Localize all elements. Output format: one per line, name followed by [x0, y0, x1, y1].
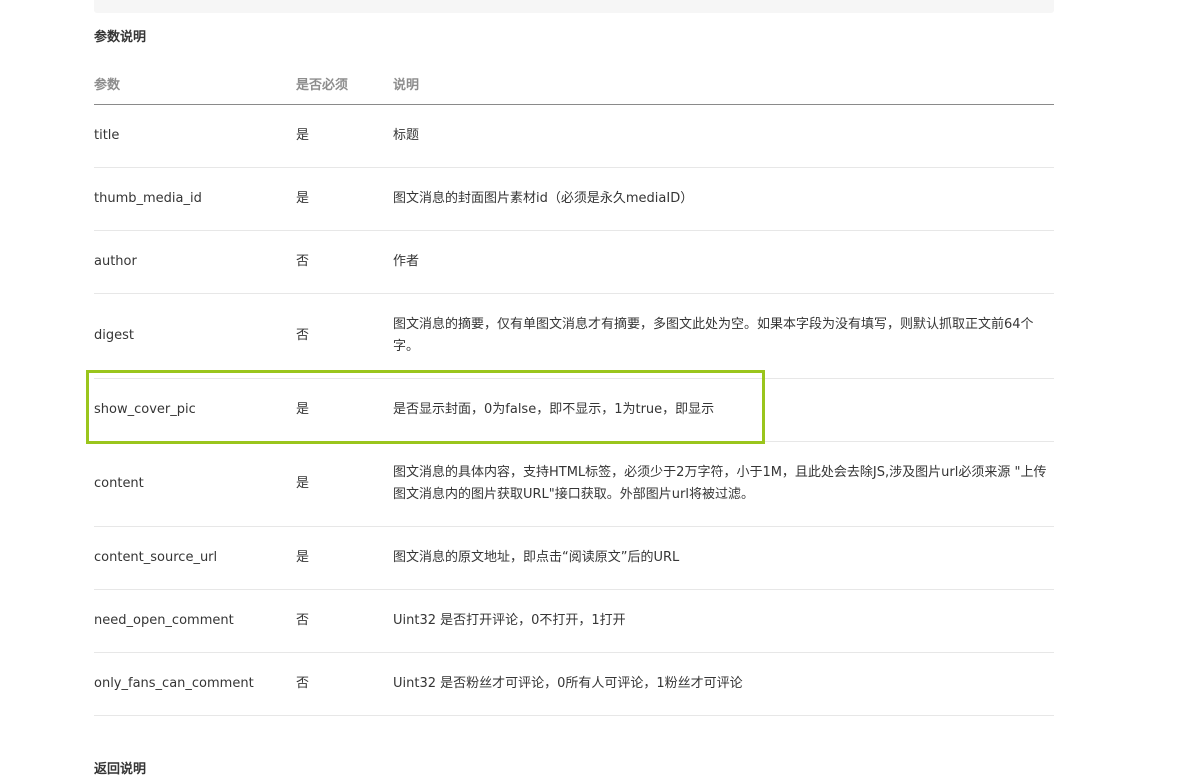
param-name: author: [94, 230, 296, 294]
table-row: thumb_media_id 是 图文消息的封面图片素材id（必须是永久medi…: [94, 167, 1054, 231]
section-title-return: 返回说明: [94, 762, 147, 777]
param-required: 否: [296, 230, 393, 294]
param-required: 否: [296, 589, 393, 653]
table-row: content_source_url 是 图文消息的原文地址，即点击“阅读原文”…: [94, 526, 1054, 590]
param-name: content_source_url: [94, 526, 296, 590]
param-required: 否: [296, 293, 393, 379]
table-row: need_open_comment 否 Uint32 是否打开评论，0不打开，1…: [94, 589, 1054, 653]
param-description: 图文消息的原文地址，即点击“阅读原文”后的URL: [393, 526, 1054, 590]
param-required: 否: [296, 652, 393, 716]
table-row-highlighted: show_cover_pic 是 是否显示封面，0为false，即不显示，1为t…: [94, 378, 1054, 442]
param-description: 标题: [393, 104, 1054, 168]
param-description: 图文消息的封面图片素材id（必须是永久mediaID）: [393, 167, 1054, 231]
param-required: 是: [296, 378, 393, 442]
section-title-params: 参数说明: [94, 30, 147, 45]
table-row: only_fans_can_comment 否 Uint32 是否粉丝才可评论，…: [94, 652, 1054, 716]
param-description: 图文消息的具体内容，支持HTML标签，必须少于2万字符，小于1M，且此处会去除J…: [393, 441, 1054, 527]
header-required: 是否必须: [296, 62, 393, 105]
param-description: Uint32 是否打开评论，0不打开，1打开: [393, 589, 1054, 653]
param-description: Uint32 是否粉丝才可评论，0所有人可评论，1粉丝才可评论: [393, 652, 1054, 716]
param-name: only_fans_can_comment: [94, 652, 296, 716]
param-name: content: [94, 441, 296, 527]
param-name: thumb_media_id: [94, 167, 296, 231]
table-row: content 是 图文消息的具体内容，支持HTML标签，必须少于2万字符，小于…: [94, 441, 1054, 527]
table-header-row: 参数 是否必须 说明: [94, 62, 1054, 105]
param-required: 是: [296, 441, 393, 527]
param-required: 是: [296, 167, 393, 231]
params-table: 参数 是否必须 说明 title 是 标题 thumb_media_id 是 图…: [94, 62, 1054, 716]
page: 参数说明 参数 是否必须 说明 title 是 标题 thumb_media_i…: [0, 0, 1191, 780]
table-row: title 是 标题: [94, 104, 1054, 168]
table-row: digest 否 图文消息的摘要，仅有单图文消息才有摘要，多图文此处为空。如果本…: [94, 293, 1054, 379]
header-param: 参数: [94, 62, 296, 105]
param-name: show_cover_pic: [94, 378, 296, 442]
param-name: title: [94, 104, 296, 168]
param-required: 是: [296, 526, 393, 590]
param-description: 是否显示封面，0为false，即不显示，1为true，即显示: [393, 378, 1054, 442]
table-row: author 否 作者: [94, 230, 1054, 294]
param-description: 作者: [393, 230, 1054, 294]
code-block: [94, 0, 1054, 13]
param-description: 图文消息的摘要，仅有单图文消息才有摘要，多图文此处为空。如果本字段为没有填写，则…: [393, 293, 1054, 379]
param-required: 是: [296, 104, 393, 168]
header-description: 说明: [393, 62, 1054, 105]
param-name: need_open_comment: [94, 589, 296, 653]
param-name: digest: [94, 293, 296, 379]
